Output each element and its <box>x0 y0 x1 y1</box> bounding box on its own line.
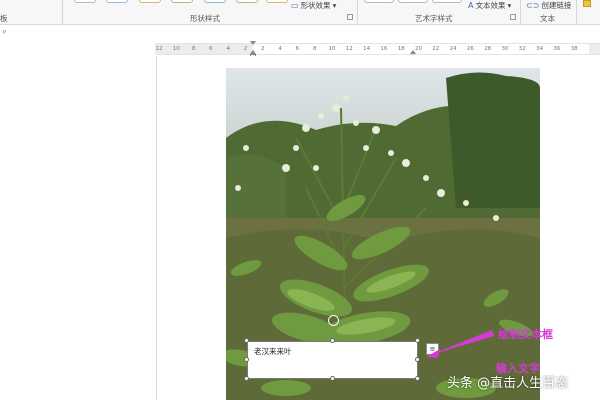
dropdown-arrow-icon: ▾ <box>507 1 512 10</box>
quick-access-bar: ᵖ <box>0 25 600 41</box>
ruler-number: 26 <box>466 46 474 52</box>
ribbon-overflow-icon[interactable] <box>583 0 591 7</box>
create-link-button[interactable]: ⊂⊃ 创建链接 <box>526 0 571 11</box>
shape-styles-launcher-icon[interactable] <box>347 14 353 20</box>
resize-handle-top-left[interactable] <box>244 338 249 343</box>
shape-style-swatch-7[interactable] <box>266 0 288 3</box>
resize-handle-top-right[interactable] <box>415 338 420 343</box>
inserted-text-box[interactable]: 老汉来来叶 <box>247 341 418 379</box>
annotation-draw-textbox: 绘制文本框 <box>498 328 553 341</box>
rotate-handle-icon[interactable] <box>328 315 339 326</box>
resize-handle-bottom-right[interactable] <box>415 376 420 381</box>
shape-style-swatch-5[interactable] <box>204 0 226 3</box>
ribbon-partial-left-label: 板 <box>0 14 8 23</box>
resize-handle-bottom-left[interactable] <box>244 376 249 381</box>
resize-handle-middle-right[interactable] <box>415 357 420 362</box>
ribbon-separator <box>520 0 521 24</box>
ribbon-separator <box>576 0 577 24</box>
layout-options-icon[interactable]: ≡ <box>426 343 439 355</box>
ruler-number: 10 <box>328 46 336 52</box>
ruler-number: 12 <box>155 46 163 52</box>
page-left-edge <box>156 56 157 400</box>
ruler-number: 6 <box>209 46 213 52</box>
shape-style-swatch-3[interactable] <box>139 0 161 3</box>
resize-handle-bottom-middle[interactable] <box>330 376 335 381</box>
shape-style-swatch-6[interactable] <box>236 0 258 3</box>
shape-effects-label: 形状效果 <box>300 1 331 10</box>
first-line-indent-marker[interactable] <box>250 41 256 45</box>
ruler-number: 4 <box>278 46 282 52</box>
shape-style-swatch-1[interactable] <box>74 0 96 3</box>
ruler-number: 38 <box>570 46 578 52</box>
ruler-number: 24 <box>449 46 457 52</box>
art-style-swatch-1[interactable] <box>364 0 394 3</box>
resize-handle-top-middle[interactable] <box>330 338 335 343</box>
ribbon-toolbar: 板 ▭ 形状效果 ▾ 形状样式 A 文本效果 ▾ 艺术字样式 ⊂⊃ 创建链接 文… <box>0 0 600 25</box>
ruler-number: 36 <box>553 46 561 52</box>
shape-styles-group-label: 形状样式 <box>190 14 220 23</box>
link-icon: ⊂⊃ <box>526 1 540 10</box>
shape-effects-icon: ▭ <box>291 1 299 10</box>
ruler-number: 8 <box>191 46 196 52</box>
art-styles-launcher-icon[interactable] <box>510 14 516 20</box>
text-effects-button[interactable]: A 文本效果 ▾ <box>468 0 511 11</box>
dropdown-arrow-icon: ▾ <box>332 1 337 10</box>
ruler-number: 30 <box>501 46 509 52</box>
shape-style-swatch-2[interactable] <box>106 0 128 3</box>
ruler-number: 6 <box>295 46 300 52</box>
art-styles-group-label: 艺术字样式 <box>415 14 453 23</box>
right-indent-marker[interactable] <box>410 50 416 54</box>
pin-ribbon-icon[interactable]: ᵖ <box>3 28 6 37</box>
resize-handle-middle-left[interactable] <box>244 357 249 362</box>
ruler-number: 22 <box>432 46 440 52</box>
textbox-text[interactable]: 老汉来来叶 <box>254 347 292 356</box>
ruler-number: 20 <box>415 46 422 52</box>
ruler-number: 2 <box>243 46 248 52</box>
ruler-number: 14 <box>363 46 371 52</box>
ruler-number: 2 <box>261 46 265 52</box>
art-style-swatch-2[interactable] <box>398 0 428 3</box>
ruler-number: 28 <box>484 46 492 52</box>
ruler-number: 34 <box>536 46 544 52</box>
text-effects-label: 文本效果 <box>475 1 506 10</box>
shape-style-swatch-4[interactable] <box>171 0 193 3</box>
ribbon-separator <box>62 0 63 24</box>
ruler-number: 16 <box>380 46 388 52</box>
text-effects-icon: A <box>468 1 474 10</box>
shape-effects-button[interactable]: ▭ 形状效果 ▾ <box>291 0 336 11</box>
ruler-number: 8 <box>312 46 317 52</box>
ruler-number: 32 <box>518 46 526 52</box>
watermark: 头条 @直击人生百态 <box>447 376 569 391</box>
text-group-label: 文本 <box>540 14 555 23</box>
horizontal-ruler[interactable]: 12 10 8 6 4 2 2 4 6 8 10 12 14 16 18 20 22 24 26 28 30 32 34 36… <box>155 41 600 57</box>
art-style-swatch-3[interactable] <box>432 0 462 3</box>
ribbon-separator <box>357 0 358 24</box>
ruler-number: 12 <box>345 46 353 52</box>
ruler-number: 18 <box>397 46 405 52</box>
ruler-right-margin <box>589 44 600 54</box>
ruler-number: 4 <box>226 46 230 52</box>
ruler-left-margin <box>155 44 253 54</box>
create-link-label: 创建链接 <box>541 1 572 10</box>
ruler-number: 10 <box>172 46 180 52</box>
